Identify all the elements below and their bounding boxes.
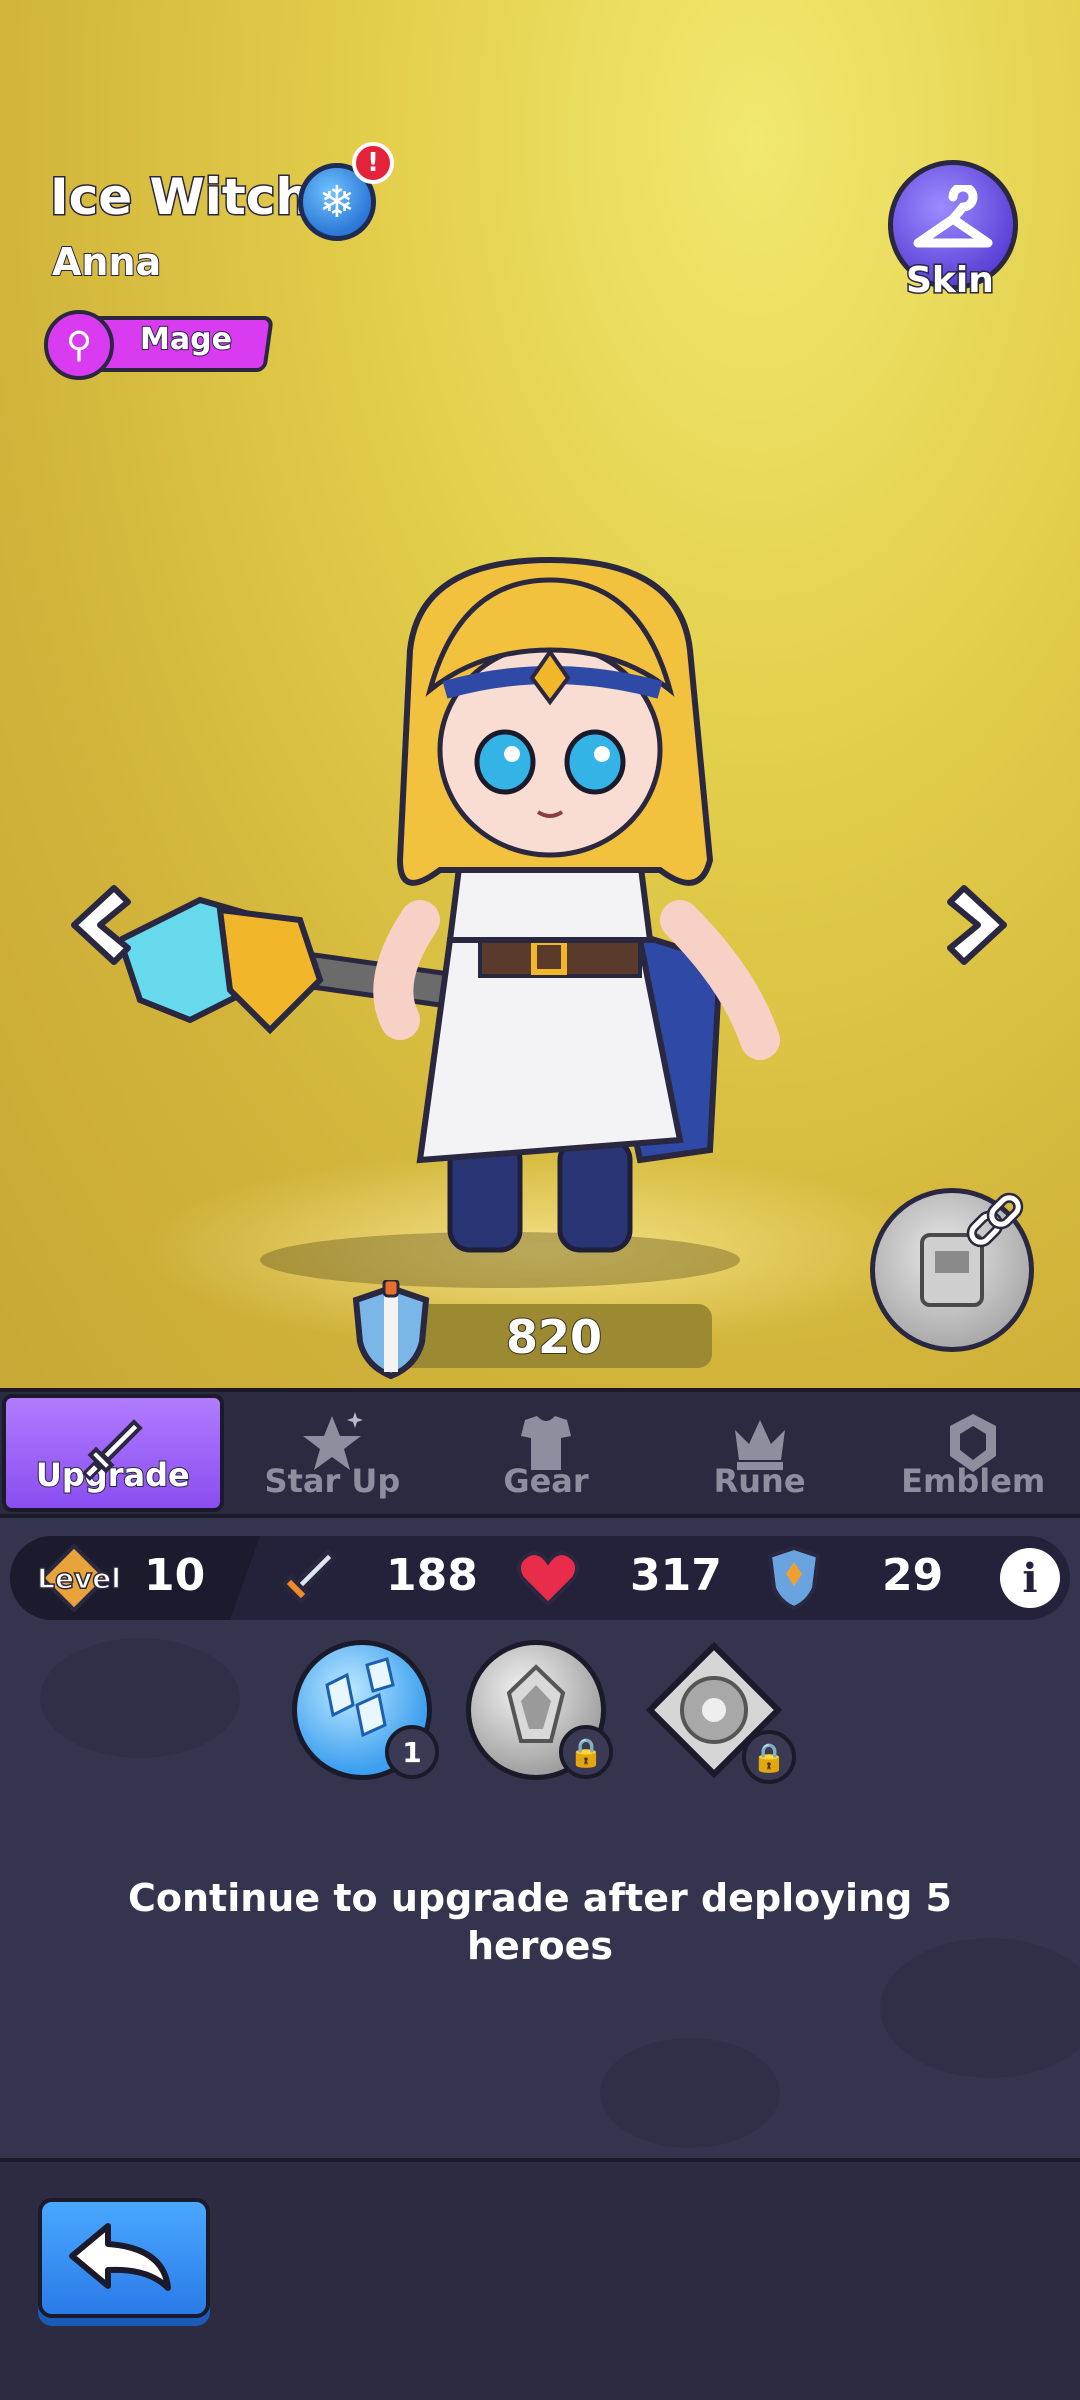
attack-value: 188 bbox=[386, 1550, 478, 1601]
mage-staff-icon: ⚲ bbox=[44, 310, 114, 380]
crown-icon bbox=[734, 1420, 785, 1470]
power-value: 820 bbox=[505, 1309, 603, 1365]
defense-value: 29 bbox=[882, 1550, 944, 1601]
background-pattern bbox=[600, 2038, 780, 2148]
upgrade-panel: Level 10 188 317 29 i 1 🔒 🔒 Continue to … bbox=[0, 1518, 1080, 2158]
armor-icon bbox=[520, 1416, 571, 1470]
lock-icon: 🔒 bbox=[742, 1730, 796, 1784]
hero-character-ice-witch bbox=[120, 556, 780, 1288]
skill-level-badge: 1 bbox=[385, 1725, 439, 1779]
level-value: 10 bbox=[144, 1550, 206, 1601]
bottom-bar bbox=[0, 2158, 1080, 2400]
hero-stage: Ice Witch ❄ ! Anna ⚲ Mage Skin 820 bbox=[0, 0, 1080, 1388]
alert-icon: ! bbox=[352, 142, 394, 184]
hero-subname: Anna bbox=[51, 239, 162, 285]
background-pattern bbox=[40, 1638, 240, 1758]
tab-emblem[interactable]: Emblem bbox=[866, 1392, 1080, 1514]
tab-rune[interactable]: Rune bbox=[653, 1392, 867, 1514]
level-label: Level bbox=[37, 1562, 121, 1595]
tab-star-up[interactable]: Star Up bbox=[226, 1392, 440, 1514]
next-hero-arrow-icon[interactable] bbox=[944, 880, 1014, 970]
emblem-icon bbox=[950, 1414, 997, 1472]
power-bar: 820 bbox=[396, 1304, 712, 1368]
power-shield-icon bbox=[352, 1280, 430, 1380]
info-icon[interactable]: i bbox=[1000, 1548, 1060, 1608]
hero-tab-bar: Upgrade Star Up Gear Rune Emblem bbox=[0, 1388, 1080, 1518]
back-button[interactable] bbox=[38, 2198, 210, 2318]
skill-ice[interactable]: 1 bbox=[292, 1640, 439, 1780]
tab-upgrade[interactable]: Upgrade bbox=[2, 1394, 224, 1512]
skin-button[interactable]: Skin bbox=[888, 160, 1028, 303]
attack-icon bbox=[281, 1549, 337, 1604]
hero-name: Ice Witch bbox=[49, 167, 313, 228]
back-arrow-icon bbox=[69, 2223, 171, 2291]
chain-link-icon bbox=[966, 1192, 1024, 1248]
class-badge[interactable]: ⚲ Mage bbox=[44, 310, 274, 380]
skin-label: Skin bbox=[905, 259, 996, 303]
class-label: Mage bbox=[139, 321, 233, 358]
sword-icon bbox=[81, 1419, 143, 1481]
defense-shield-icon bbox=[767, 1545, 821, 1611]
previous-hero-arrow-icon[interactable] bbox=[64, 880, 134, 970]
skill-rune-locked[interactable]: 🔒 bbox=[466, 1640, 613, 1780]
tab-gear[interactable]: Gear bbox=[439, 1392, 653, 1514]
level-badge-icon: Level bbox=[36, 1544, 122, 1612]
skill-gear-locked[interactable]: 🔒 bbox=[644, 1640, 796, 1784]
lock-icon: 🔒 bbox=[559, 1725, 613, 1779]
heart-icon bbox=[516, 1551, 580, 1607]
stats-bar: Level 10 188 317 29 i bbox=[10, 1536, 1070, 1620]
hp-value: 317 bbox=[630, 1550, 722, 1601]
star-icon bbox=[303, 1412, 364, 1470]
upgrade-message: Continue to upgrade after deploying 5 he… bbox=[128, 1876, 952, 1968]
